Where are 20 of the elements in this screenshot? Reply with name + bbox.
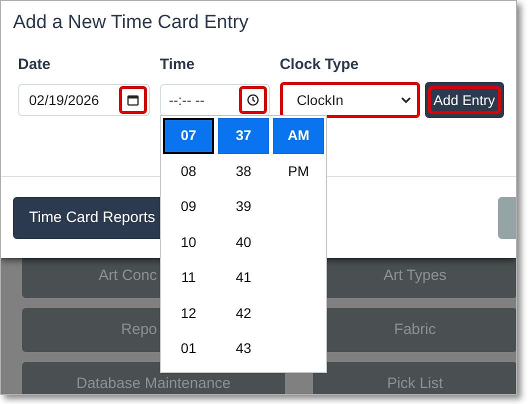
time-option[interactable]: AM bbox=[273, 118, 324, 154]
time-option[interactable]: 39 bbox=[218, 189, 269, 224]
time-option[interactable]: 37 bbox=[218, 118, 269, 154]
time-option[interactable]: PM bbox=[273, 154, 324, 189]
time-option[interactable]: 41 bbox=[218, 260, 269, 296]
modal-title: Add a New Time Card Entry bbox=[13, 11, 250, 35]
time-label: Time bbox=[160, 55, 196, 75]
time-option[interactable]: 11 bbox=[163, 260, 214, 296]
time-option[interactable]: 08 bbox=[163, 154, 214, 189]
date-label: Date bbox=[18, 55, 52, 75]
clock-icon[interactable] bbox=[246, 94, 259, 106]
time-option[interactable]: 07 bbox=[163, 118, 214, 154]
date-field[interactable]: 02/19/2026 bbox=[18, 84, 150, 116]
time-option[interactable]: 38 bbox=[218, 154, 269, 189]
add-entry-button[interactable]: Add Entry bbox=[428, 86, 501, 114]
time-input[interactable]: --:-- -- bbox=[168, 90, 233, 110]
time-option[interactable]: 40 bbox=[218, 224, 269, 260]
calendar-icon[interactable] bbox=[127, 94, 139, 106]
clock-type-label: Clock Type bbox=[280, 55, 360, 75]
chevron-down-icon bbox=[400, 96, 411, 104]
